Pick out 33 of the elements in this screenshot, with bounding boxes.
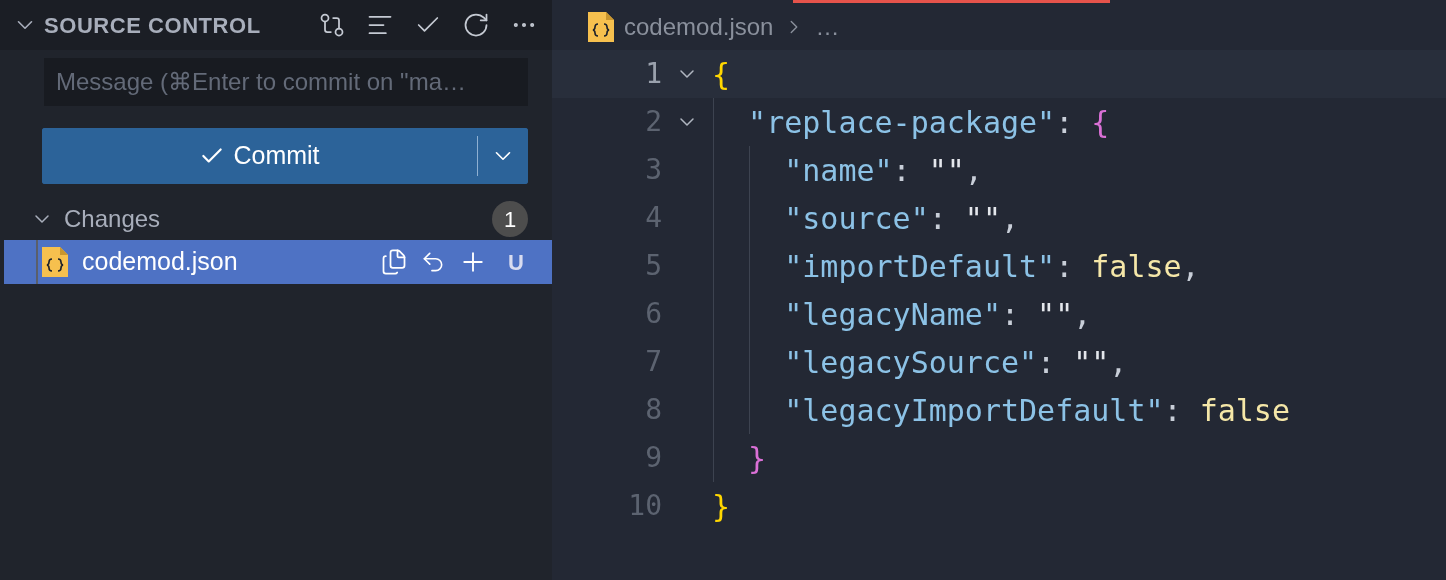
json-file-icon	[588, 11, 614, 42]
line-number: 4	[644, 200, 662, 236]
json-file-icon	[42, 247, 68, 277]
code-line: "source": "",	[783, 199, 1020, 238]
code-line: "replace-package": {	[747, 103, 1110, 142]
code-line: "legacyImportDefault": false	[783, 391, 1290, 430]
branch-graph-icon[interactable]	[318, 11, 346, 39]
code-line: "legacyName": "",	[783, 295, 1092, 334]
line-number: 6	[644, 296, 662, 332]
line-number: 8	[644, 392, 662, 428]
breadcrumb-item[interactable]: codemod.json	[624, 8, 774, 45]
status-letter: U	[508, 248, 524, 277]
line-number: 9	[644, 440, 662, 476]
code-line: }	[712, 487, 731, 526]
code-line: {	[712, 55, 731, 94]
line-number: 5	[644, 248, 662, 284]
line-number: 7	[644, 344, 662, 380]
code-line: "legacySource": "",	[783, 343, 1128, 382]
code-line: }	[747, 439, 767, 478]
code-line: "name": "",	[783, 151, 983, 190]
line-number: 2	[644, 104, 662, 140]
refresh-icon[interactable]	[462, 11, 490, 39]
breadcrumb-item[interactable]: …	[815, 8, 840, 45]
line-number: 10	[627, 488, 662, 524]
line-number: 3	[644, 152, 662, 188]
file-name: codemod.json	[82, 246, 238, 278]
code-line: "importDefault": false,	[783, 247, 1200, 286]
file-row[interactable]: codemod.json U	[4, 240, 552, 284]
commit-message-field[interactable]: Message (⌘Enter to commit on "ma…	[44, 58, 528, 106]
panel-title: SOURCE CONTROL	[44, 11, 261, 40]
line-number: 1	[644, 56, 662, 92]
count-badge: 1	[492, 201, 528, 237]
changes-heading[interactable]: Changes	[64, 201, 161, 237]
